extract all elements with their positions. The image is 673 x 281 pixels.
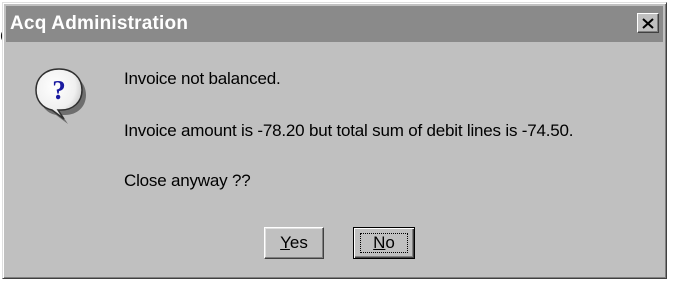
message-line-1: Invoice not balanced. <box>124 69 281 88</box>
yes-button[interactable]: Yes <box>264 227 324 259</box>
close-icon <box>642 17 654 29</box>
message-line-3: Close anyway ?? <box>124 171 251 190</box>
close-button[interactable] <box>637 13 659 33</box>
svg-text:?: ? <box>52 75 66 105</box>
yes-mnemonic: Y <box>280 233 290 252</box>
focus-rectangle <box>360 233 408 253</box>
yes-label-rest: es <box>289 233 308 252</box>
dialog-title: Acq Administration <box>10 13 189 34</box>
no-button[interactable]: No <box>353 227 415 259</box>
message-line-2: Invoice amount is -78.20 but total sum o… <box>124 121 574 140</box>
title-bar[interactable]: Acq Administration <box>6 6 663 42</box>
message-dialog: Acq Administration ? Invoice not balance… <box>2 2 667 279</box>
question-icon: ? <box>35 68 86 124</box>
yes-button-label: Yes <box>280 233 308 253</box>
